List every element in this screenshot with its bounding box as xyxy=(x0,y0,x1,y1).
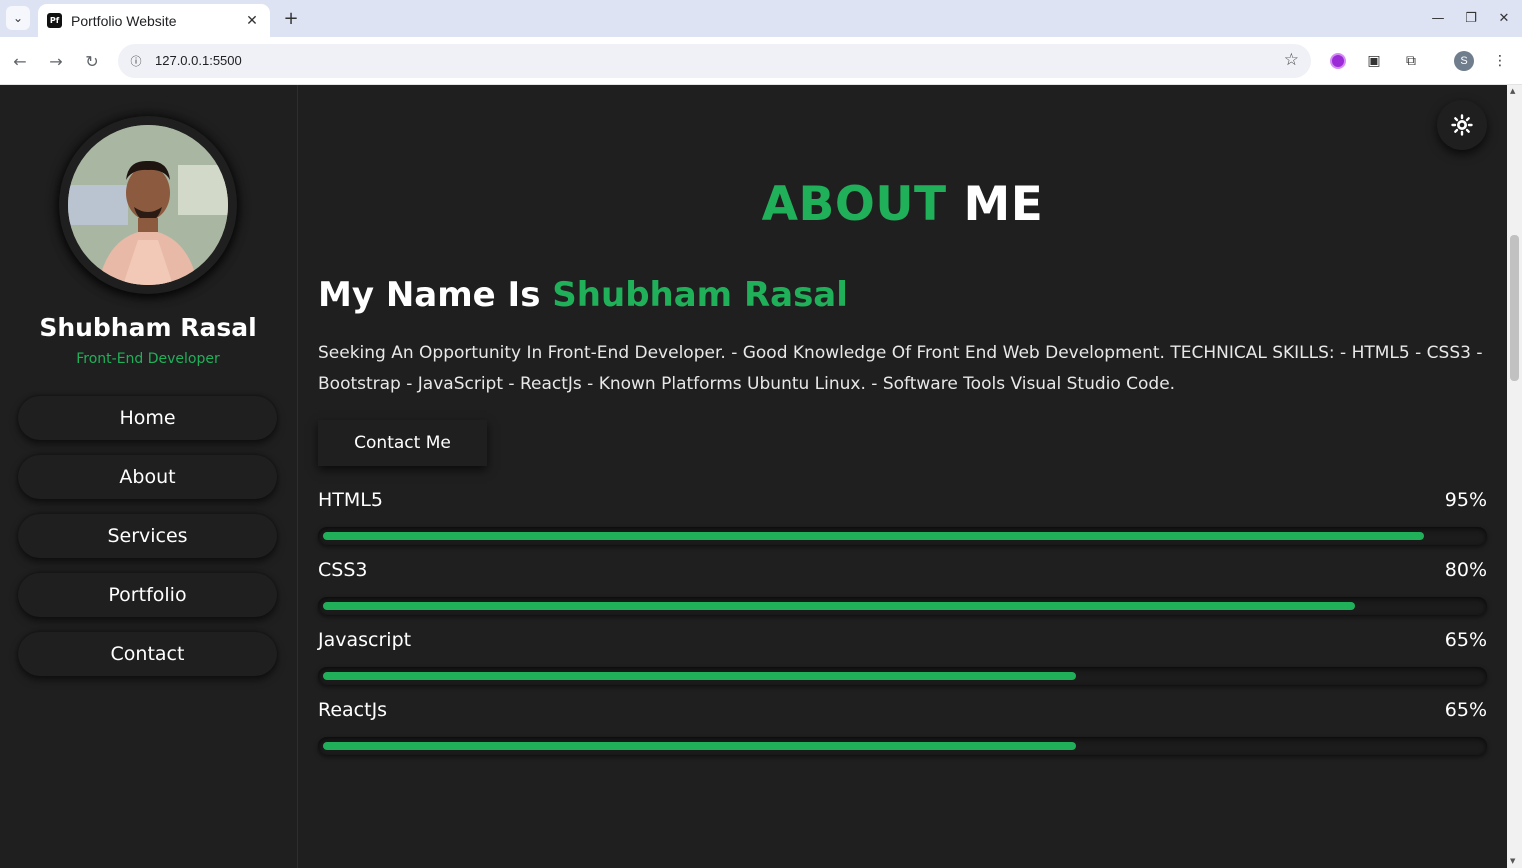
skill-percent: 65% xyxy=(1444,629,1487,651)
avatar xyxy=(68,125,228,285)
tab-search-chevron-icon[interactable]: ⌄ xyxy=(6,6,30,30)
skill-fill xyxy=(323,602,1355,610)
window-close-icon[interactable]: ✕ xyxy=(1494,8,1514,28)
skill-label: HTML5 xyxy=(318,489,383,511)
restore-icon[interactable]: ❐ xyxy=(1461,8,1481,28)
browser-tabstrip: ⌄ Pf Portfolio Website ✕ + — ❐ ✕ xyxy=(0,0,1522,37)
site-info-icon[interactable]: ⓘ xyxy=(126,51,146,71)
skill-bar-reactjs xyxy=(318,737,1487,755)
new-tab-plus-icon[interactable]: + xyxy=(280,6,302,30)
forward-arrow-icon[interactable]: → xyxy=(44,49,68,73)
skill-fill xyxy=(323,672,1076,680)
name-highlight: Shubham Rasal xyxy=(552,275,848,315)
scrollbar-thumb[interactable] xyxy=(1510,235,1519,381)
nav-home-button[interactable]: Home xyxy=(18,396,277,440)
name-heading: My Name Is Shubham Rasal xyxy=(318,275,848,315)
avatar-frame xyxy=(59,116,237,294)
back-arrow-icon[interactable]: ← xyxy=(8,49,32,73)
nav-contact-button[interactable]: Contact xyxy=(18,632,277,676)
browser-toolbar: ← → ↻ ⓘ 127.0.0.1:5500 ☆ ▣ ⧉ S ⋮ xyxy=(0,37,1522,85)
bio-text: Seeking An Opportunity In Front-End Deve… xyxy=(318,343,1483,394)
profile-role: Front-End Developer xyxy=(76,351,220,367)
tab-close-icon[interactable]: ✕ xyxy=(242,11,262,31)
browser-tab[interactable]: Pf Portfolio Website ✕ xyxy=(38,4,270,37)
picture-in-picture-icon[interactable]: ▣ xyxy=(1362,49,1386,73)
theme-toggle-button[interactable] xyxy=(1437,100,1487,150)
nav-services-button[interactable]: Services xyxy=(18,514,277,558)
title-accent: ABOUT xyxy=(761,177,947,232)
extensions-puzzle-icon[interactable]: ⧉ xyxy=(1399,49,1423,73)
browser-menu-icon[interactable]: ⋮ xyxy=(1488,49,1512,73)
bookmark-star-icon[interactable]: ☆ xyxy=(1284,50,1299,70)
nav-portfolio-button[interactable]: Portfolio xyxy=(18,573,277,617)
skill-fill xyxy=(323,532,1424,540)
skill-label: ReactJs xyxy=(318,699,388,721)
favicon-icon: Pf xyxy=(47,13,62,28)
url-text[interactable]: 127.0.0.1:5500 xyxy=(155,53,242,68)
contact-me-button[interactable]: Contact Me xyxy=(318,420,487,466)
profile-avatar-icon[interactable]: S xyxy=(1452,49,1476,73)
sun-icon xyxy=(1451,114,1473,136)
address-bar[interactable]: ⓘ 127.0.0.1:5500 ☆ xyxy=(118,44,1311,78)
tab-title: Portfolio Website xyxy=(71,12,177,29)
title-rest: ME xyxy=(963,177,1044,232)
name-prefix: My Name Is xyxy=(318,275,541,315)
about-section-title: ABOUT ME xyxy=(298,177,1507,232)
skill-fill xyxy=(323,742,1076,750)
scroll-down-arrow-icon[interactable]: ▼ xyxy=(1510,857,1515,865)
skill-bar-javascript xyxy=(318,667,1487,685)
skill-percent: 65% xyxy=(1444,699,1487,721)
skill-label: Javascript xyxy=(318,629,412,651)
page: Shubham Rasal Front-End Developer Home A… xyxy=(0,85,1507,868)
skill-percent: 95% xyxy=(1444,489,1487,511)
reload-icon[interactable]: ↻ xyxy=(80,49,104,73)
scroll-up-arrow-icon[interactable]: ▲ xyxy=(1510,87,1515,95)
skill-label: CSS3 xyxy=(318,559,368,581)
skill-bar-css3 xyxy=(318,597,1487,615)
sidebar: Shubham Rasal Front-End Developer Home A… xyxy=(0,85,298,868)
skill-bar-html5 xyxy=(318,527,1487,545)
page-scrollbar[interactable]: ▲ ▼ xyxy=(1507,85,1522,868)
nav-about-button[interactable]: About xyxy=(18,455,277,499)
profile-name: Shubham Rasal xyxy=(39,313,257,342)
extension-icon[interactable] xyxy=(1326,49,1350,73)
minimize-icon[interactable]: — xyxy=(1428,8,1448,28)
skill-percent: 80% xyxy=(1444,559,1487,581)
